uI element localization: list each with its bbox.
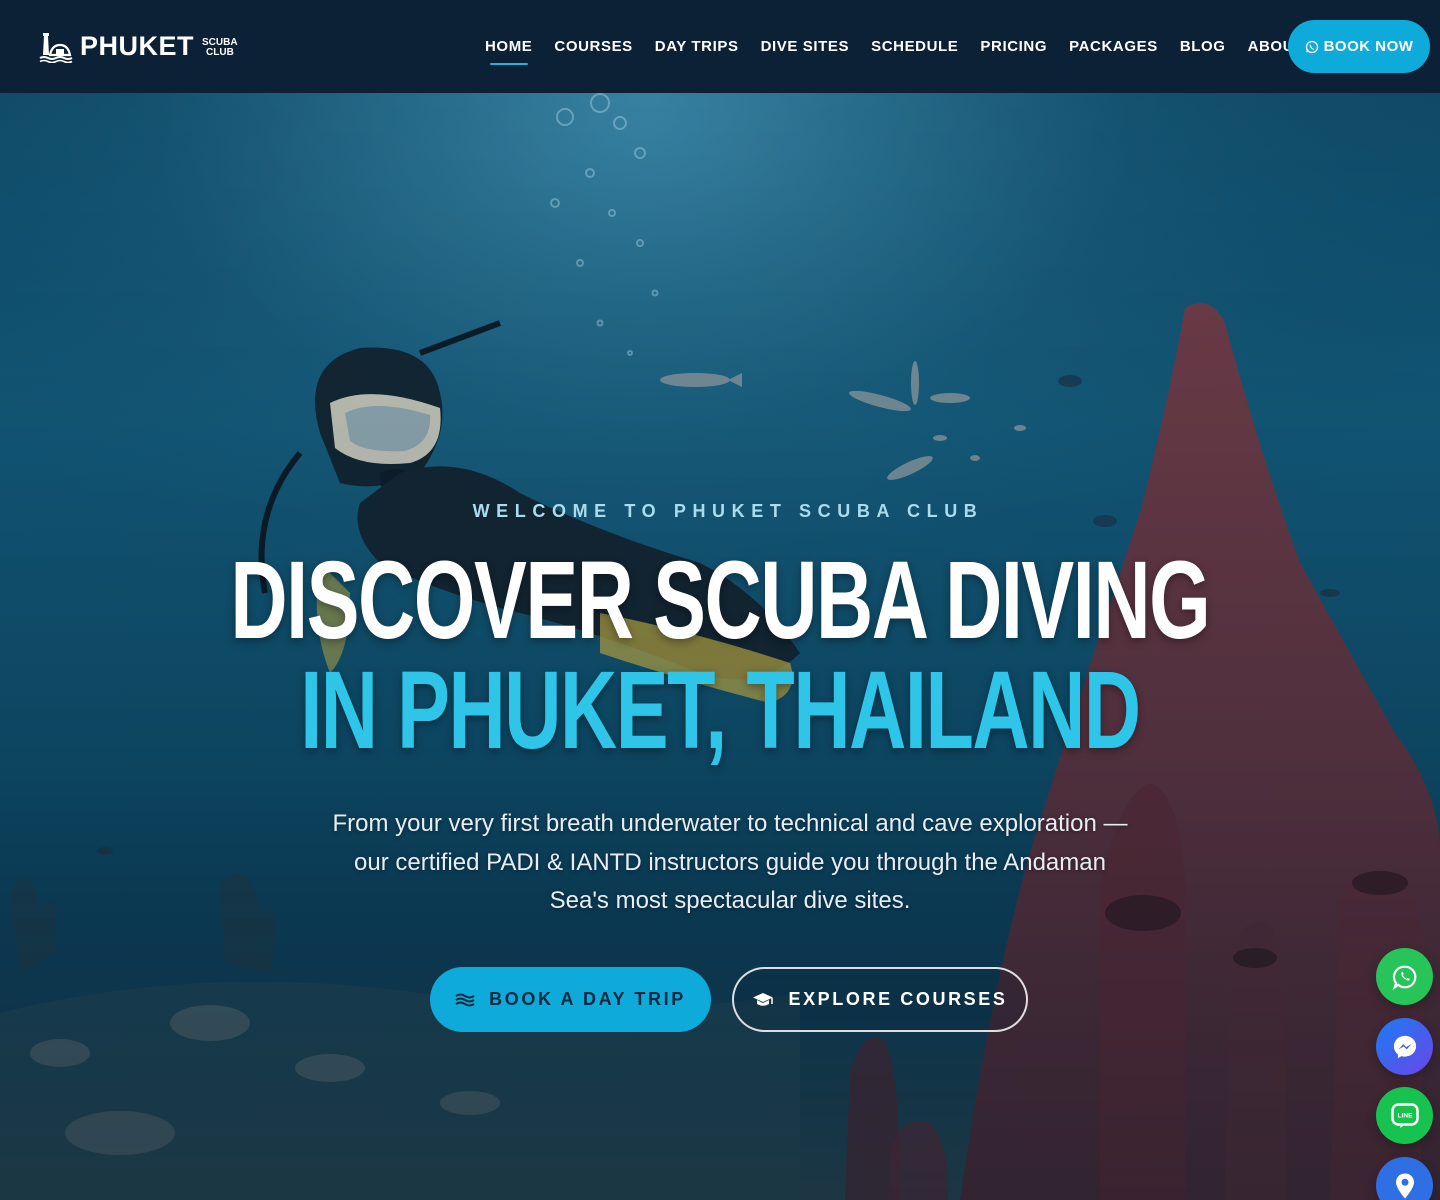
hero-headline-line1: DISCOVER SCUBA DIVING [0, 541, 1440, 661]
nav-item-courses[interactable]: COURSES [543, 0, 643, 93]
waves-icon [455, 993, 475, 1006]
nav-item-blog[interactable]: BLOG [1169, 0, 1237, 93]
nav-item-home[interactable]: HOME [474, 0, 543, 93]
nav-item-schedule[interactable]: SCHEDULE [860, 0, 969, 93]
map-pin-icon [1395, 1173, 1414, 1198]
hero-description: From your very first breath underwater t… [290, 805, 1170, 921]
logo-subtitle: SCUBA CLUB [202, 36, 238, 58]
messenger-icon [1393, 1035, 1416, 1058]
hero-eyebrow: WELCOME TO PHUKET SCUBA CLUB [472, 501, 984, 521]
line-icon: LINE [1390, 1102, 1419, 1128]
book-day-trip-label: BOOK A DAY TRIP [489, 989, 686, 1009]
whatsapp-icon [1305, 40, 1318, 53]
hero-headline-line2-text: IN PHUKET, THAILAND [300, 649, 1141, 772]
nav-item-day-trips[interactable]: DAY TRIPS [644, 0, 750, 93]
whatsapp-float-button[interactable] [1376, 948, 1433, 1005]
hero-headline-line1-text: DISCOVER SCUBA DIVING [230, 539, 1211, 662]
book-day-trip-button[interactable]: BOOK A DAY TRIP [430, 967, 711, 1032]
logo-sub-top: SCUBA [202, 36, 238, 48]
book-now-button[interactable]: BOOK NOW [1288, 20, 1430, 73]
book-now-label: BOOK NOW [1323, 38, 1414, 55]
hero-description-line2: our certified PADI & IANTD instructors g… [354, 848, 1106, 876]
main-nav: HOME COURSES DAY TRIPS DIVE SITES SCHEDU… [474, 0, 1315, 93]
site-logo[interactable]: PHUKET SCUBA CLUB [38, 27, 238, 67]
explore-courses-label: EXPLORE COURSES [788, 989, 1008, 1009]
logo-wordmark: PHUKET [80, 31, 195, 61]
messenger-float-button[interactable] [1376, 1018, 1433, 1075]
lighthouse-icon [39, 32, 73, 63]
hero-description-line1: From your very first breath underwater t… [332, 810, 1128, 837]
nav-item-dive-sites[interactable]: DIVE SITES [750, 0, 861, 93]
nav-item-packages[interactable]: PACKAGES [1058, 0, 1169, 93]
site-header: PHUKET SCUBA CLUB HOME COURSES DAY TRIPS… [0, 0, 1440, 93]
graduation-cap-icon [753, 992, 774, 1006]
logo-sub-bottom: CLUB [206, 46, 234, 58]
hero-headline-line2: IN PHUKET, THAILAND [0, 651, 1440, 771]
nav-item-pricing[interactable]: PRICING [969, 0, 1058, 93]
line-float-button[interactable]: LINE [1376, 1087, 1433, 1144]
svg-text:LINE: LINE [1397, 1112, 1412, 1119]
hero-description-line3: Sea's most spectacular dive sites. [549, 887, 911, 914]
whatsapp-icon [1392, 965, 1416, 990]
explore-courses-button[interactable]: EXPLORE COURSES [732, 967, 1028, 1032]
hero-section: WELCOME TO PHUKET SCUBA CLUB DISCOVER SC… [0, 93, 1440, 1200]
